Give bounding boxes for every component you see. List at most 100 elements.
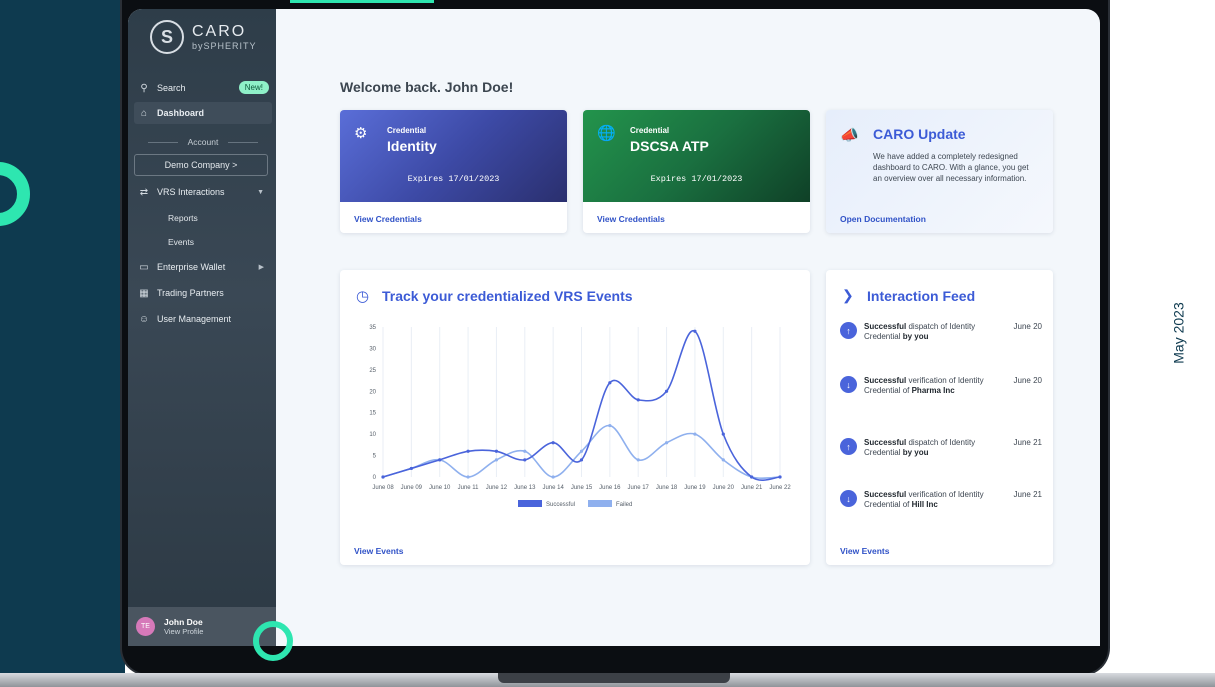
feed-item[interactable]: ↓ Successful verification of Identity Cr… [840, 490, 1042, 520]
sidebar-item-dashboard[interactable]: ⌂ Dashboard [134, 102, 272, 124]
caro-logo[interactable]: S CARO bySPHERITY [150, 20, 257, 54]
sidebar-item-label: Trading Partners [157, 288, 224, 298]
data-point-successful [636, 398, 640, 402]
x-tick-label: June 19 [684, 485, 706, 491]
data-point-failed [608, 423, 612, 428]
feed-item[interactable]: ↓ Successful verification of Identity Cr… [840, 376, 1042, 406]
date-caption: May 2023 [1170, 302, 1187, 364]
data-point-successful [494, 449, 499, 453]
upload-icon: ↑ [840, 322, 857, 339]
legend-label-successful: Successful [546, 502, 575, 508]
data-point-successful [608, 381, 612, 385]
laptop-base [0, 673, 1215, 687]
data-point-successful [750, 475, 754, 479]
sidebar-item-label: Enterprise Wallet [157, 262, 226, 272]
x-tick-label: June 15 [571, 485, 593, 491]
x-tick-label: June 18 [656, 485, 678, 491]
view-credentials-link[interactable]: View Credentials [597, 214, 665, 224]
y-tick-label: 30 [369, 346, 376, 352]
sidebar-item-label: Dashboard [157, 108, 205, 118]
events-line-chart: 0 5 10 15 20 25 30 35 June 08 June 09 June 10 June … [369, 325, 791, 508]
sidebar-item-enterprise-wallet[interactable]: ▭ Enterprise Wallet ▶ [134, 256, 272, 278]
feed-item-date: June 21 [1013, 438, 1042, 447]
update-body: We have added a completely redesigned da… [873, 152, 1029, 183]
feed-item[interactable]: ↑ Successful dispatch of Identity Creden… [840, 438, 1042, 468]
x-tick-label: June 08 [372, 485, 394, 491]
background-band [0, 0, 125, 687]
wallet-icon: ▭ [139, 261, 149, 273]
chevron-right-icon: ▶ [258, 264, 264, 271]
clock-icon: ◷ [356, 288, 370, 305]
x-tick-label: June 13 [514, 485, 536, 491]
credential-expiry: Expires 17/01/2023 [407, 174, 500, 184]
view-events-link[interactable]: View Events [354, 546, 403, 556]
data-point-successful [466, 449, 470, 453]
brand-name: CARO [192, 23, 247, 40]
update-title: CARO Update [873, 126, 966, 142]
accent-line [290, 0, 434, 3]
y-tick-label: 20 [369, 389, 376, 395]
data-point-failed [664, 441, 669, 445]
data-point-successful [721, 432, 725, 436]
feed-item[interactable]: ↑ Successful dispatch of Identity Creden… [840, 322, 1042, 352]
open-documentation-link[interactable]: Open Documentation [840, 214, 926, 224]
caro-logo-icon: S [150, 20, 184, 54]
credential-expiry: Expires 17/01/2023 [650, 174, 743, 184]
data-point-successful [381, 475, 385, 479]
feed-item-text: Successful dispatch of Identity Credenti… [864, 322, 976, 341]
data-point-successful [579, 458, 584, 462]
sidebar-item-user-management[interactable]: ☺ User Management [134, 308, 272, 330]
company-switcher-button[interactable]: Demo Company > [134, 154, 268, 176]
fingerprint-icon: ⚙ [354, 125, 368, 142]
feed-item-date: June 20 [1013, 376, 1042, 385]
brand-sub: bySPHERITY [192, 41, 257, 51]
account-section-label: Account [138, 137, 268, 147]
credential-label: Credential [630, 126, 670, 135]
data-point-failed [494, 458, 499, 462]
data-point-failed [523, 449, 527, 453]
data-point-successful [778, 475, 782, 479]
view-credentials-link[interactable]: View Credentials [354, 214, 422, 224]
feed-title: Interaction Feed [867, 288, 976, 304]
y-tick-label: 0 [373, 475, 377, 481]
brand-ring-decoration [253, 621, 293, 661]
avatar: TE [136, 617, 155, 636]
sidebar: S CARO bySPHERITY ⚲ Search New! ⌂ Dashbo… [128, 9, 276, 646]
x-tick-label: June 22 [769, 485, 791, 491]
data-point-successful [409, 466, 413, 471]
view-profile-link[interactable]: View Profile [164, 627, 203, 636]
identity-card-header: ⚙ Credential Identity Expires 17/01/2023 [340, 110, 567, 202]
sidebar-search[interactable]: ⚲ Search New! [134, 77, 272, 99]
sidebar-item-reports[interactable]: Reports [168, 213, 198, 223]
x-tick-label: June 20 [713, 485, 735, 491]
y-tick-label: 25 [369, 368, 376, 374]
data-point-successful [693, 329, 697, 333]
view-events-link[interactable]: View Events [840, 546, 889, 556]
data-point-successful [523, 458, 527, 462]
sidebar-item-label: Search [157, 83, 186, 93]
sidebar-item-vrs-interactions[interactable]: ⇄ VRS Interactions ▼ [134, 181, 272, 203]
feed-item-text: Successful verification of Identity Cred… [864, 490, 984, 509]
new-badge: New! [238, 81, 269, 94]
interaction-feed-card: ❯ Interaction Feed ↑ Successful dispatch… [826, 270, 1053, 565]
credential-label: Credential [387, 126, 427, 135]
sidebar-item-events[interactable]: Events [168, 237, 194, 247]
data-point-failed [551, 475, 555, 479]
x-tick-label: June 11 [458, 485, 480, 491]
data-point-failed [693, 432, 697, 436]
sidebar-item-trading-partners[interactable]: ▦ Trading Partners [134, 282, 272, 304]
globe-icon: 🌐 [597, 125, 616, 142]
feed-item-text: Successful dispatch of Identity Credenti… [864, 438, 976, 457]
feed-item-text: Successful verification of Identity Cred… [864, 376, 984, 395]
x-tick-label: June 16 [599, 485, 621, 491]
upload-icon: ↑ [840, 438, 857, 455]
welcome-heading: Welcome back. John Doe! [340, 79, 514, 95]
x-tick-label: June 09 [401, 485, 423, 491]
data-point-failed [579, 449, 584, 453]
data-point-successful [664, 389, 669, 393]
swap-arrows-icon: ⇄ [139, 186, 149, 198]
rss-feed-icon: ❯ [842, 287, 854, 303]
users-icon: ☺ [138, 313, 150, 325]
chevron-down-icon: ▼ [257, 188, 264, 196]
y-tick-label: 10 [369, 432, 376, 438]
